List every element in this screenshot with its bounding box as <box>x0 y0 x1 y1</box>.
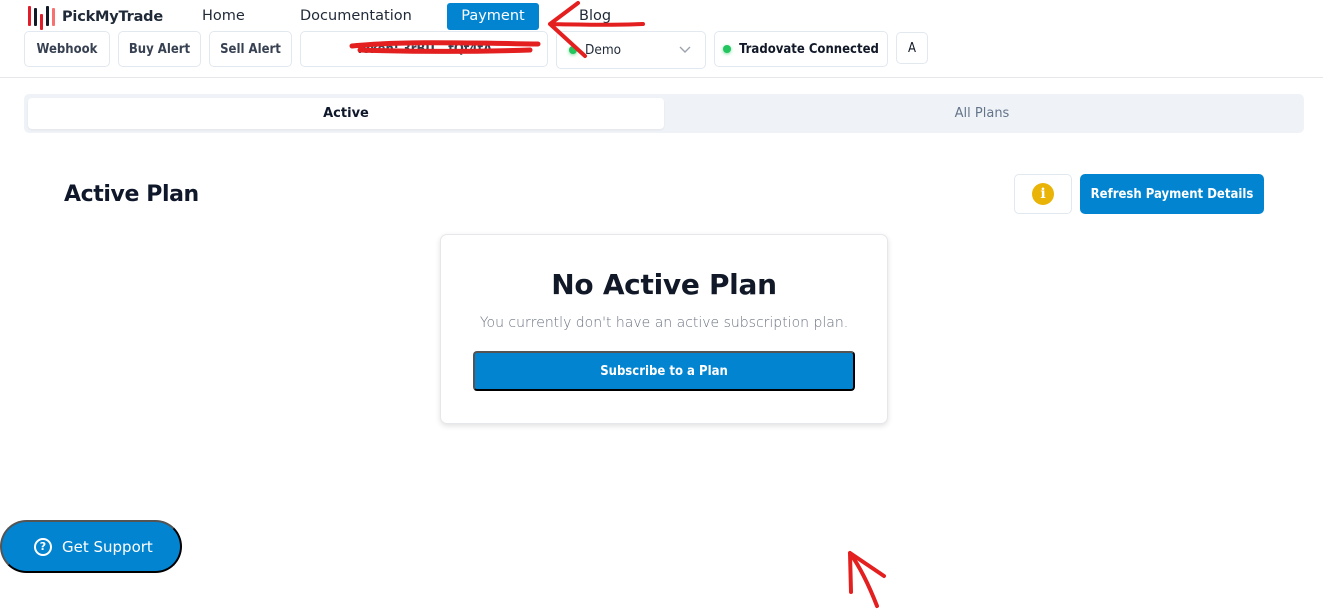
nav-home[interactable]: Home <box>186 3 261 30</box>
nav-documentation[interactable]: Documentation <box>284 3 428 30</box>
connected-dot-icon <box>723 45 732 53</box>
card-title: No Active Plan <box>551 268 777 301</box>
nav-payment[interactable]: Payment <box>447 3 539 30</box>
section-title: Active Plan <box>64 182 199 207</box>
sell-alert-button[interactable]: Sell Alert <box>209 31 292 67</box>
connection-status-badge[interactable]: Tradovate Connected <box>714 31 888 67</box>
question-circle-icon: ? <box>34 537 52 556</box>
chevron-down-icon <box>679 46 691 53</box>
top-header: PickMyTrade Home Documentation Payment B… <box>0 0 1323 78</box>
account-select-value: Demo <box>585 42 622 58</box>
get-support-button[interactable]: ? Get Support <box>0 520 182 573</box>
brand-logo[interactable]: PickMyTrade <box>26 4 163 30</box>
subscribe-button[interactable]: Subscribe to a Plan <box>473 351 855 391</box>
logo-mark-icon <box>26 4 60 30</box>
user-avatar-button[interactable]: A <box>896 32 928 64</box>
info-button[interactable]: i <box>1014 174 1072 214</box>
webhook-button[interactable]: Webhook <box>24 31 110 67</box>
get-support-label: Get Support <box>62 537 153 556</box>
tab-all-plans[interactable]: All Plans <box>664 98 1300 129</box>
status-dot-icon <box>569 46 577 54</box>
nav-blog[interactable]: Blog <box>563 3 627 30</box>
tab-active[interactable]: Active <box>28 98 664 129</box>
no-active-plan-card: No Active Plan You currently don't have … <box>440 234 888 424</box>
plan-tabs: Active All Plans <box>24 94 1304 133</box>
refresh-payment-details-button[interactable]: Refresh Payment Details <box>1080 174 1264 214</box>
brand-name: PickMyTrade <box>62 9 163 25</box>
annotation-arrow-up-icon <box>848 551 886 608</box>
account-select[interactable]: Demo <box>556 31 706 69</box>
info-icon: i <box>1032 183 1054 205</box>
card-subtitle: You currently don't have an active subsc… <box>479 315 849 331</box>
token-button[interactable]: Token: 3rBU...tQt4tA <box>300 31 548 67</box>
buy-alert-button[interactable]: Buy Alert <box>118 31 201 67</box>
connection-status-label: Tradovate Connected <box>739 41 879 57</box>
